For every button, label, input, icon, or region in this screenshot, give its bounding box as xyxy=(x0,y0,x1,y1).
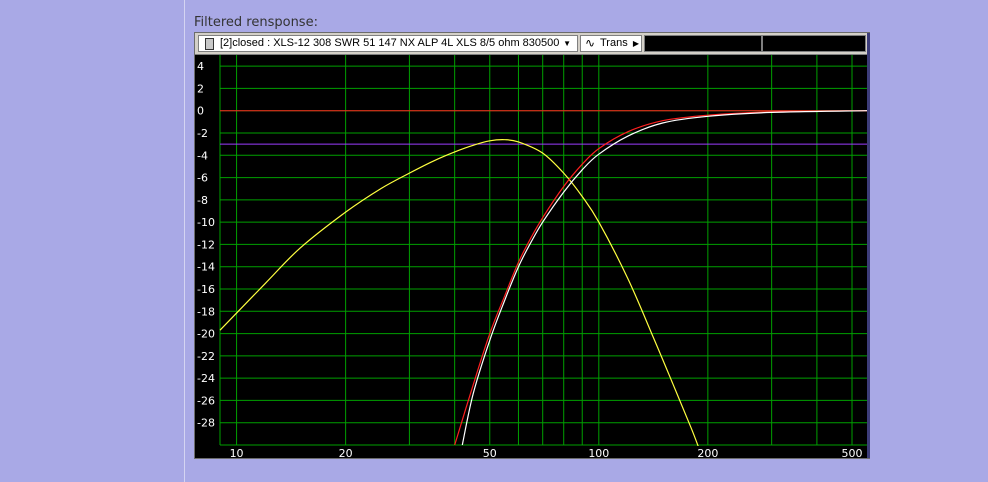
x-tick-label: 50 xyxy=(483,447,497,458)
y-tick-label: -12 xyxy=(197,238,215,251)
wave-icon: ∿ xyxy=(585,36,596,50)
x-tick-label: 20 xyxy=(339,447,353,458)
status-field-1 xyxy=(644,35,762,52)
y-tick-label: -24 xyxy=(197,372,215,385)
driver-select-label: [2]closed : XLS-12 308 SWR 51 147 NX ALP… xyxy=(220,37,560,49)
y-tick-label: 2 xyxy=(197,82,204,95)
section-title: Filtered rensponse: xyxy=(194,15,318,30)
y-tick-label: -22 xyxy=(197,350,215,363)
y-tick-label: -4 xyxy=(197,149,208,162)
dropdown-arrow-icon[interactable]: ▼ xyxy=(563,36,571,51)
document-icon xyxy=(205,38,214,50)
y-tick-label: -18 xyxy=(197,305,215,318)
x-tick-label: 100 xyxy=(588,447,609,458)
chart-background xyxy=(195,55,869,458)
y-tick-label: -2 xyxy=(197,127,208,140)
transfer-select-label: Trans xyxy=(600,37,628,49)
y-tick-label: -14 xyxy=(197,261,215,274)
response-window: [2]closed : XLS-12 308 SWR 51 147 NX ALP… xyxy=(194,32,870,459)
chevron-right-icon[interactable]: ▶ xyxy=(633,36,639,51)
y-tick-label: -28 xyxy=(197,417,215,430)
y-tick-label: 0 xyxy=(197,105,204,118)
y-tick-label: -26 xyxy=(197,394,215,407)
x-tick-label: 500 xyxy=(842,447,863,458)
sidebar-divider xyxy=(184,0,185,482)
x-tick-label: 10 xyxy=(230,447,244,458)
chart-toolbar: [2]closed : XLS-12 308 SWR 51 147 NX ALP… xyxy=(195,33,869,55)
window-right-border xyxy=(867,33,870,458)
y-tick-label: -10 xyxy=(197,216,215,229)
y-tick-label: -6 xyxy=(197,172,208,185)
y-tick-label: 4 xyxy=(197,60,204,73)
y-tick-label: -8 xyxy=(197,194,208,207)
y-tick-label: -20 xyxy=(197,328,215,341)
y-tick-label: -16 xyxy=(197,283,215,296)
x-axis-band xyxy=(195,446,869,458)
driver-select[interactable]: [2]closed : XLS-12 308 SWR 51 147 NX ALP… xyxy=(198,35,578,52)
frequency-response-chart: 420-2-4-6-8-10-12-14-16-18-20-22-24-26-2… xyxy=(195,55,869,458)
transfer-select[interactable]: ∿ Trans ▶ xyxy=(580,35,642,52)
x-tick-label: 200 xyxy=(697,447,718,458)
status-field-2 xyxy=(762,35,866,52)
